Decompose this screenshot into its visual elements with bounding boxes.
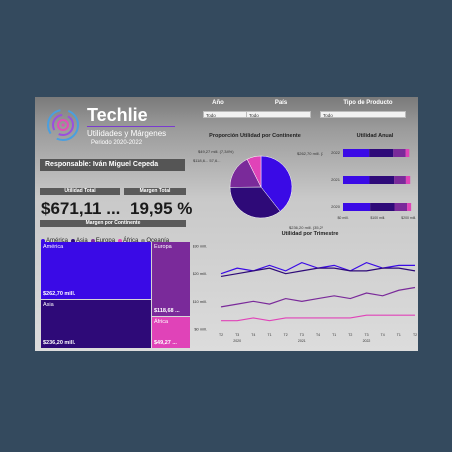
line-y-tick: $20 mill.	[193, 271, 207, 276]
bar-segment-europa[interactable]	[394, 203, 408, 211]
brand-subtitle: Utilidades y Márgenes	[87, 129, 167, 138]
bar-segment-áfrica[interactable]	[405, 149, 410, 157]
bar-segment-américa[interactable]	[343, 176, 370, 184]
slicer-anio-value: Todo	[206, 113, 216, 118]
kpi-margen-value: 19,95 %	[130, 199, 193, 218]
bar-axis-tick: $200 mill.	[401, 216, 416, 220]
kpi-utilidad-value: $671,11 ...	[41, 199, 121, 218]
slicer-pais-value: Todo	[249, 113, 259, 118]
trimestre-title: Utilidad por Trimestre	[281, 231, 339, 237]
line-x-tick: T4	[251, 333, 255, 337]
treemap-cell-america-value: $262,70 mill.	[43, 291, 76, 297]
line-x-tick: T1	[397, 333, 401, 337]
line-year-label: 2020	[233, 339, 241, 343]
kpi-utilidad-label: Utilidad Total	[40, 188, 120, 195]
slicer-tipo-value: Todo	[323, 113, 333, 118]
bar-segment-américa[interactable]	[343, 149, 370, 157]
treemap-cell-asia[interactable]: Asia $236,20 mill.	[41, 300, 151, 348]
line-y-tick: $30 mill.	[193, 244, 207, 249]
bar-axis-tick: $100 mill.	[370, 216, 385, 220]
bar-category-label: 2021	[331, 177, 341, 182]
line-y-tick: $0 mill.	[194, 327, 207, 332]
line-x-tick: T1	[267, 333, 271, 337]
bar-category-label: 2022	[331, 150, 341, 155]
bar-segment-áfrica[interactable]	[405, 176, 411, 184]
treemap-cell-africa-value: $49,27 ...	[154, 340, 177, 346]
responsable-banner: Responsable: Iván Miguel Cepeda	[40, 159, 185, 171]
treemap-cell-america[interactable]: América $262,70 mill.	[41, 242, 151, 299]
brand-divider	[87, 126, 175, 127]
trimestre-chart: $30 mill. $20 mill. $10 mill. $0 mill. T2 T3 T…	[193, 244, 417, 344]
brand-period: Periodo 2020-2022	[91, 140, 143, 146]
treemap-title: Margen por Continente	[40, 220, 186, 227]
bar-segment-américa[interactable]	[343, 203, 371, 211]
treemap-cell-america-label: América	[43, 244, 64, 250]
pie-data-label: $49,27 mill. (7,34%)	[198, 149, 234, 154]
line-x-tick: T4	[316, 333, 320, 337]
pie-title: Proporción Utilidad por Continente	[209, 133, 301, 139]
brand-name: Techlie	[87, 105, 148, 125]
line-x-tick: T2	[284, 333, 288, 337]
bar-segment-asia[interactable]	[369, 176, 395, 184]
line-year-label: 2022	[363, 339, 371, 343]
line-y-tick: $10 mill.	[193, 299, 207, 304]
dashboard-canvas: Techlie Utilidades y Márgenes Periodo 20…	[35, 97, 418, 351]
treemap-cell-europa-value: $118,68 ...	[154, 308, 180, 314]
bar-segment-europa[interactable]	[394, 176, 406, 184]
treemap-cell-africa-label: África	[154, 319, 169, 325]
slicer-anio-label: Año	[212, 100, 224, 106]
bar-axis-tick: $0 mill.	[337, 216, 348, 220]
treemap-cell-europa[interactable]: Europa $118,68 ...	[152, 242, 190, 316]
line-x-tick: T1	[332, 333, 336, 337]
pie-data-label: $236,20 mill. (35,2%)	[289, 225, 323, 230]
line-x-tick: T3	[235, 333, 239, 337]
utilidad-anual-title: Utilidad Anual	[356, 133, 394, 139]
line-x-tick: T2	[348, 333, 352, 337]
bar-category-label: 2020	[331, 204, 341, 209]
utilidad-anual-chart: 2022 2021 2020 $0 mill. $100 mill. $200 mill.	[331, 149, 416, 220]
line-x-tick: T2	[219, 333, 223, 337]
pie-chart: $262,70 mill. (39,14%) $236,20 mill. (35,…	[193, 149, 323, 230]
bar-segment-áfrica[interactable]	[407, 203, 412, 211]
bar-segment-asia[interactable]	[369, 149, 394, 157]
line-year-label: 2021	[298, 339, 306, 343]
line-x-tick: T3	[300, 333, 304, 337]
bar-segment-europa[interactable]	[393, 149, 406, 157]
pie-data-label: $262,70 mill. (39,14%)	[297, 151, 323, 156]
slicer-tipo-label: Tipo de Producto	[343, 100, 393, 106]
line-series-europa[interactable]	[220, 286, 416, 308]
kpi-margen-label: Margen Total	[124, 188, 186, 195]
line-x-tick: T4	[381, 333, 385, 337]
line-x-tick: T3	[364, 333, 368, 337]
line-x-tick: T2	[413, 333, 417, 337]
slicer-pais-label: País	[274, 100, 288, 106]
slicer-pais-dropdown[interactable]: Todo	[246, 111, 311, 118]
treemap-cell-europa-label: Europa	[154, 244, 172, 250]
treemap: América $262,70 mill. Asia $236,20 mill.…	[41, 242, 190, 348]
treemap-cell-asia-value: $236,20 mill.	[43, 340, 76, 346]
slicer-tipo-dropdown[interactable]: Todo	[320, 111, 406, 118]
treemap-cell-africa[interactable]: África $49,27 ...	[152, 317, 190, 348]
techlie-logo-icon	[47, 109, 79, 141]
line-series-asia[interactable]	[220, 267, 416, 278]
treemap-cell-asia-label: Asia	[43, 302, 54, 308]
line-series-áfrica[interactable]	[221, 314, 415, 322]
bar-segment-asia[interactable]	[370, 203, 395, 211]
pie-data-label: $118,6... 57,6...	[193, 158, 221, 163]
